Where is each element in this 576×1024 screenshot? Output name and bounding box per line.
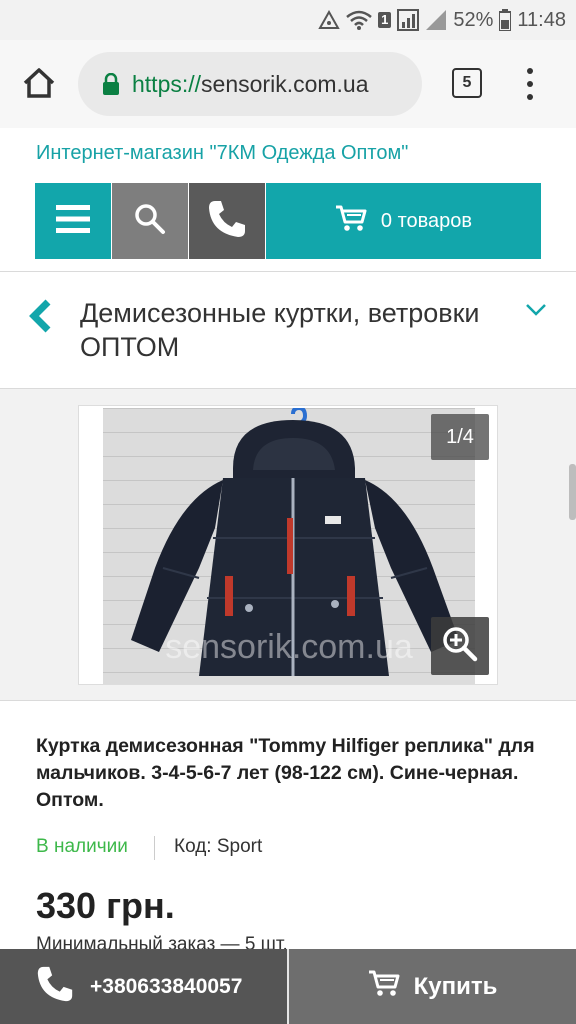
separator xyxy=(154,836,155,860)
category-title: Демисезонные куртки, ветровки ОПТОМ xyxy=(80,298,480,362)
home-icon[interactable] xyxy=(18,62,60,104)
buy-label: Купить xyxy=(413,972,498,1000)
cart-label: 0 товаров xyxy=(380,209,473,232)
product-gallery: sensorik.com.ua xyxy=(0,389,576,700)
watermark: sensorik.com.ua xyxy=(165,628,413,666)
url-scheme: https:// xyxy=(132,70,202,97)
category-header: Демисезонные куртки, ветровки ОПТОМ xyxy=(0,272,576,388)
call-phone-button[interactable]: +380633840057 xyxy=(0,949,287,1024)
clock: 11:48 xyxy=(517,8,566,31)
data-saver-icon xyxy=(318,10,340,30)
cart-icon xyxy=(335,204,367,238)
site-title[interactable]: Интернет-магазин "7КМ Одежда Оптом" xyxy=(36,142,408,165)
call-button[interactable] xyxy=(189,183,265,259)
url-bar[interactable]: https://sensorik.com.ua xyxy=(78,52,422,116)
bottom-action-bar: +380633840057 Купить xyxy=(0,949,576,1024)
wifi-icon xyxy=(346,10,372,30)
phone-icon xyxy=(34,963,76,1011)
signal-icon xyxy=(397,9,420,31)
product-price: 330 грн. xyxy=(36,885,175,926)
sim-badge: 1 xyxy=(378,12,392,28)
menu-button[interactable] xyxy=(35,183,111,259)
phone-number: +380633840057 xyxy=(90,974,243,998)
search-icon xyxy=(134,203,166,240)
product-photo[interactable]: sensorik.com.ua xyxy=(103,408,475,684)
battery-icon xyxy=(499,9,512,31)
tab-switcher-button[interactable]: 5 xyxy=(452,68,482,98)
more-vert-icon[interactable] xyxy=(518,64,542,104)
buy-button[interactable]: Купить xyxy=(287,949,576,1024)
cart-icon xyxy=(368,969,400,1004)
divider xyxy=(0,700,576,701)
gallery-counter: 1/4 xyxy=(431,414,489,460)
site-nav: 0 товаров xyxy=(35,183,541,259)
product-name: Куртка демисезонная "Tommy Hilfiger репл… xyxy=(36,735,535,811)
zoom-button[interactable] xyxy=(431,617,489,675)
availability-status: В наличии xyxy=(36,836,128,857)
cart-button[interactable]: 0 товаров xyxy=(266,183,541,259)
phone-icon xyxy=(205,197,249,246)
search-button[interactable] xyxy=(112,183,188,259)
lock-icon xyxy=(102,73,120,95)
chevron-down-icon[interactable] xyxy=(524,300,548,320)
zoom-in-icon xyxy=(442,626,478,667)
browser-toolbar: https://sensorik.com.ua 5 xyxy=(0,40,576,128)
product-code: Код: Sport xyxy=(174,836,263,857)
url-host: sensorik.com.ua xyxy=(201,70,369,97)
menu-icon xyxy=(56,204,90,238)
scrollbar[interactable] xyxy=(569,464,576,520)
battery-percent: 52% xyxy=(453,8,494,31)
signal-empty-icon xyxy=(425,9,447,31)
status-bar: 1 52% 11:48 xyxy=(0,0,576,40)
chevron-left-icon[interactable] xyxy=(26,296,56,336)
